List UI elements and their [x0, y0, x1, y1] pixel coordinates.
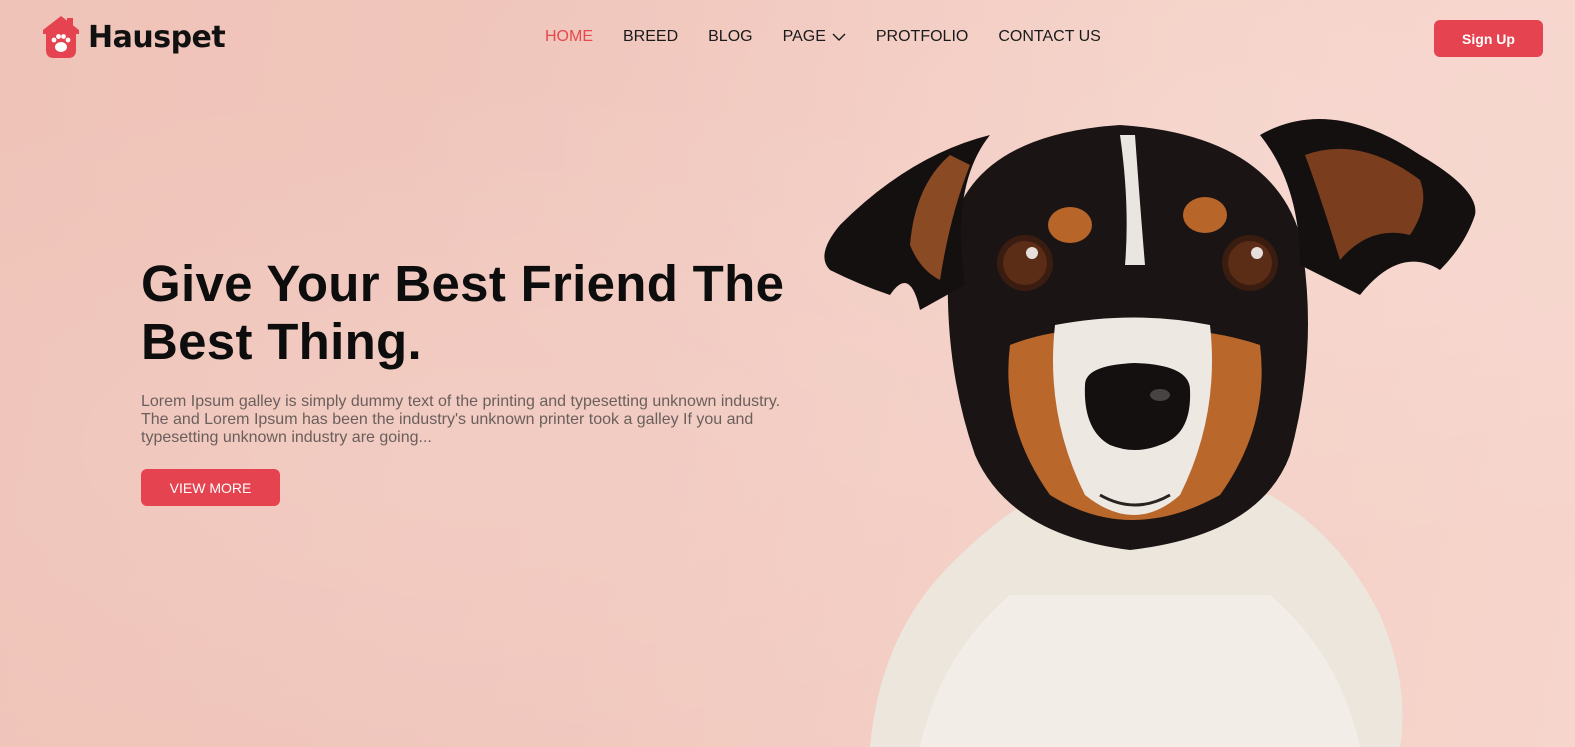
hero-description-line3: typesetting unknown industry are going..…	[141, 429, 432, 446]
site-header: Hauspet HOME BREED BLOG PAGE PROTFOLIO C…	[0, 0, 1575, 76]
chevron-down-icon	[832, 33, 846, 41]
hero-title-line1: Give Your Best Friend The	[141, 255, 785, 312]
hero-title: Give Your Best Friend The Best Thing.	[141, 255, 841, 371]
hero-description: Lorem Ipsum galley is simply dummy text …	[141, 393, 831, 447]
nav-item-page[interactable]: PAGE	[783, 27, 846, 47]
hero-description-line1: Lorem Ipsum galley is simply dummy text …	[141, 393, 781, 410]
logo[interactable]: Hauspet	[40, 14, 226, 60]
hero-description-line2: The and Lorem Ipsum has been the industr…	[141, 411, 754, 428]
view-more-button[interactable]: VIEW MORE	[141, 469, 280, 506]
nav-item-page-label: PAGE	[782, 28, 826, 45]
nav-item-home[interactable]: HOME	[545, 27, 593, 47]
nav-item-breed[interactable]: BREED	[623, 27, 678, 47]
brand-name: Hauspet	[88, 19, 226, 55]
hero-section: Give Your Best Friend The Best Thing. Lo…	[141, 255, 841, 506]
dog-photo	[824, 119, 1476, 747]
signup-button[interactable]: Sign Up	[1434, 20, 1543, 57]
main-nav: HOME BREED BLOG PAGE PROTFOLIO CONTACT U…	[545, 27, 1131, 47]
nav-item-contact[interactable]: CONTACT US	[998, 27, 1101, 47]
house-paw-icon	[43, 16, 79, 58]
nav-item-portfolio[interactable]: PROTFOLIO	[876, 27, 968, 47]
hero-title-line2: Best Thing.	[141, 313, 422, 370]
nav-item-blog[interactable]: BLOG	[708, 27, 752, 47]
